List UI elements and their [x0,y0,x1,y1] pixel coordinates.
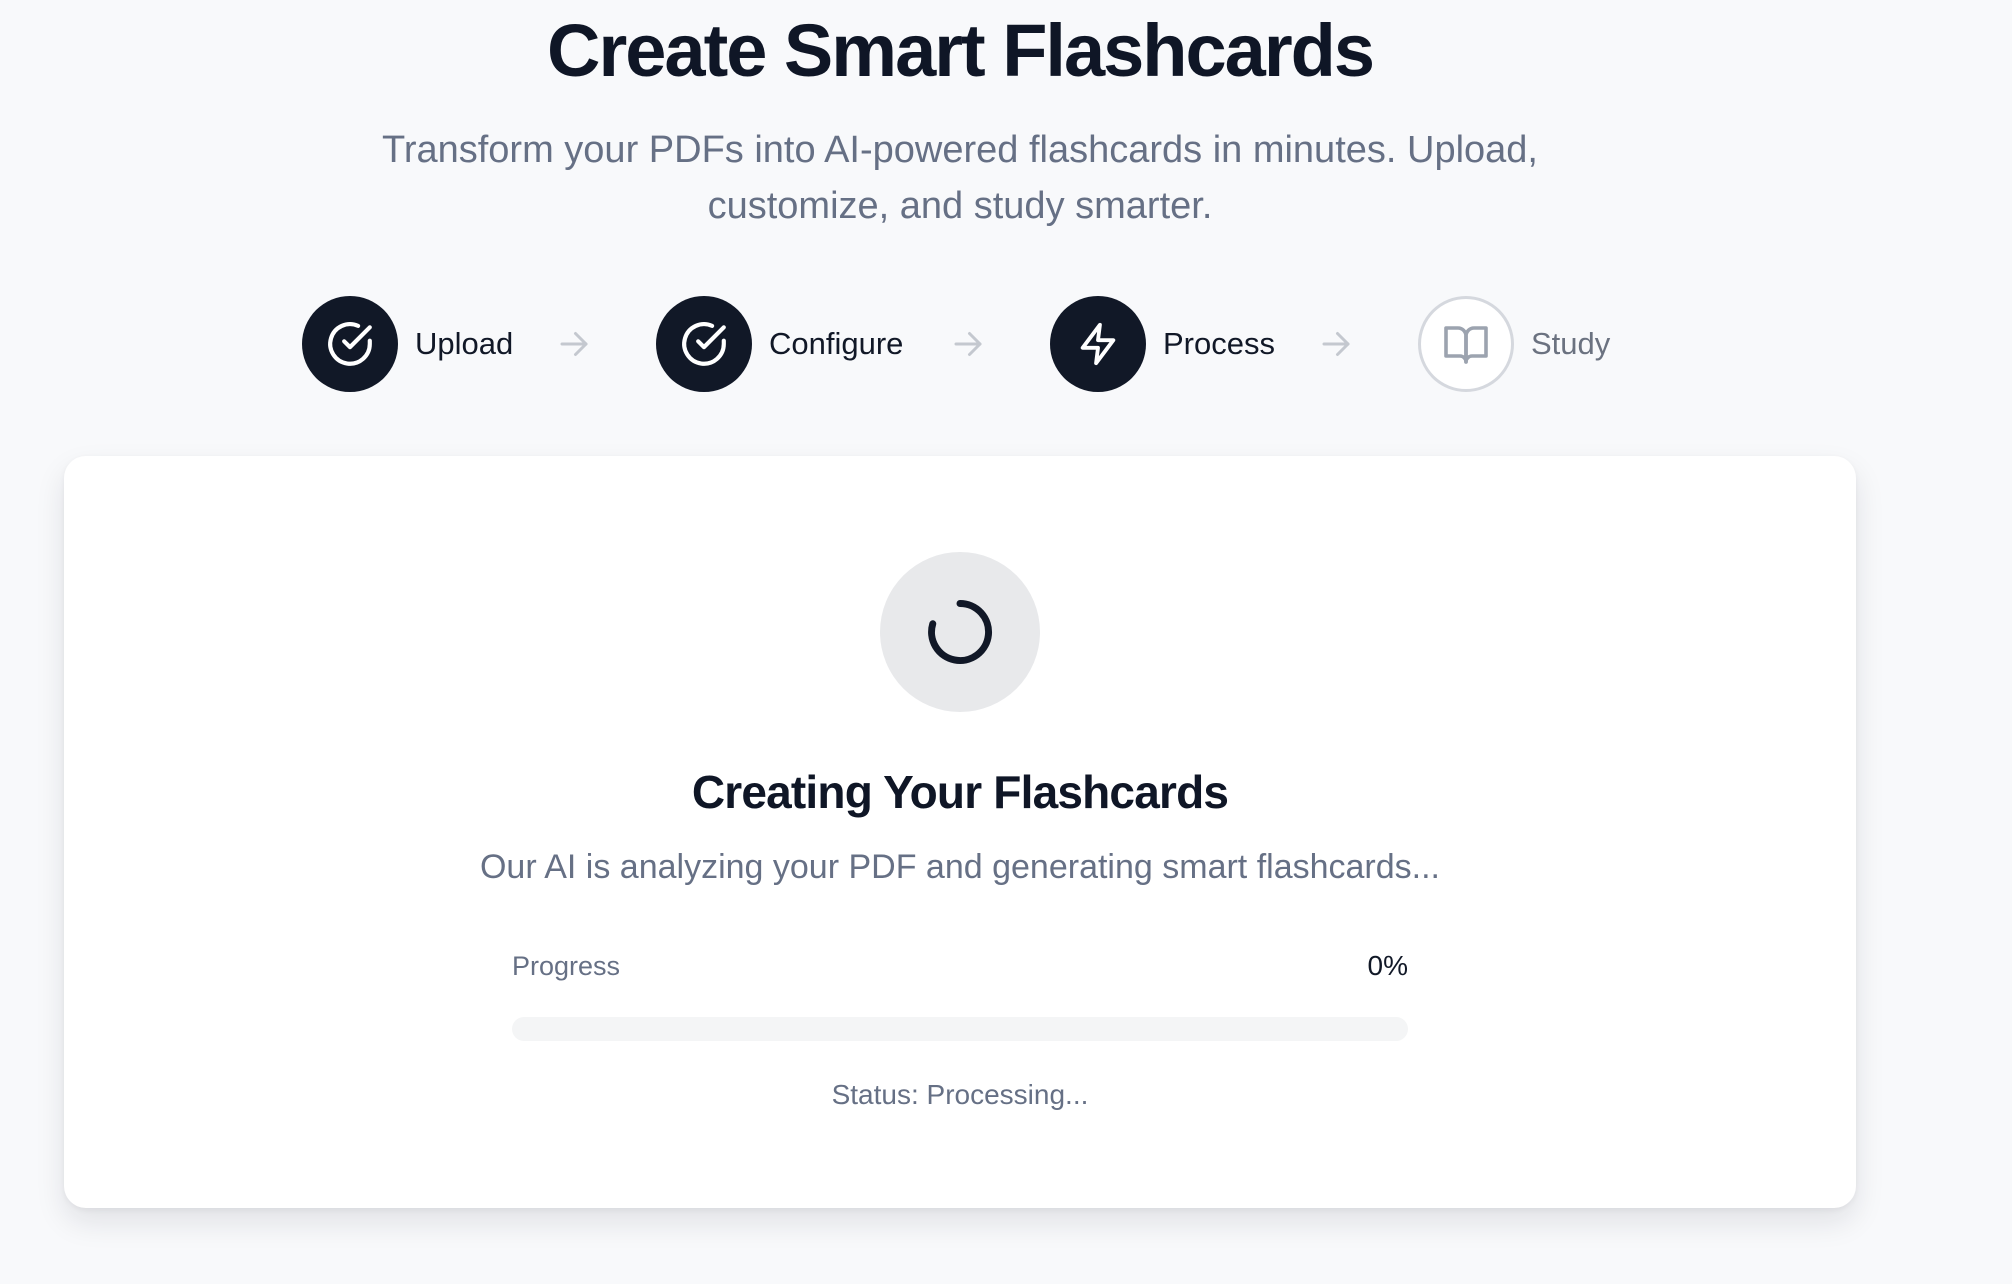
check-circle-icon [682,322,726,366]
progress-label: Progress [512,951,621,981]
arrow-right-icon [560,332,588,356]
step-study: Study [1418,296,1610,392]
check-circle-icon [328,322,372,366]
page-subtitle: Transform your PDFs into AI-powered flas… [382,129,1538,227]
processing-description: Our AI is analyzing your PDF and generat… [479,848,1440,886]
arrow-right-icon [1322,332,1350,356]
page-title: Create Smart Flashcards [547,9,1375,92]
progress-value: 0% [1367,950,1408,981]
step-upload: Upload [302,296,513,392]
arrow-right-icon [954,332,982,356]
processing-title: Creating Your Flashcards [691,766,1229,818]
step-process-label: Process [1163,326,1275,361]
step-configure-label: Configure [769,326,904,361]
step-study-label: Study [1531,326,1611,361]
processing-card: Creating Your Flashcards Our AI is analy… [64,456,1856,1208]
status-text: Status: Processing... [831,1079,1089,1110]
lightning-icon [1080,322,1116,366]
step-process-indicator [1050,296,1146,392]
book-open-icon [1444,326,1488,364]
stepper: Upload Configure Process Study [0,296,1920,392]
step-process: Process [1050,296,1275,392]
step-configure: Configure [656,296,903,392]
step-configure-indicator [656,296,752,392]
progress-bar [512,1017,1408,1041]
spinner-container [880,552,1040,712]
step-study-indicator [1418,296,1514,392]
step-upload-indicator [302,296,398,392]
step-upload-label: Upload [415,326,514,361]
loading-spinner-icon [928,600,992,664]
